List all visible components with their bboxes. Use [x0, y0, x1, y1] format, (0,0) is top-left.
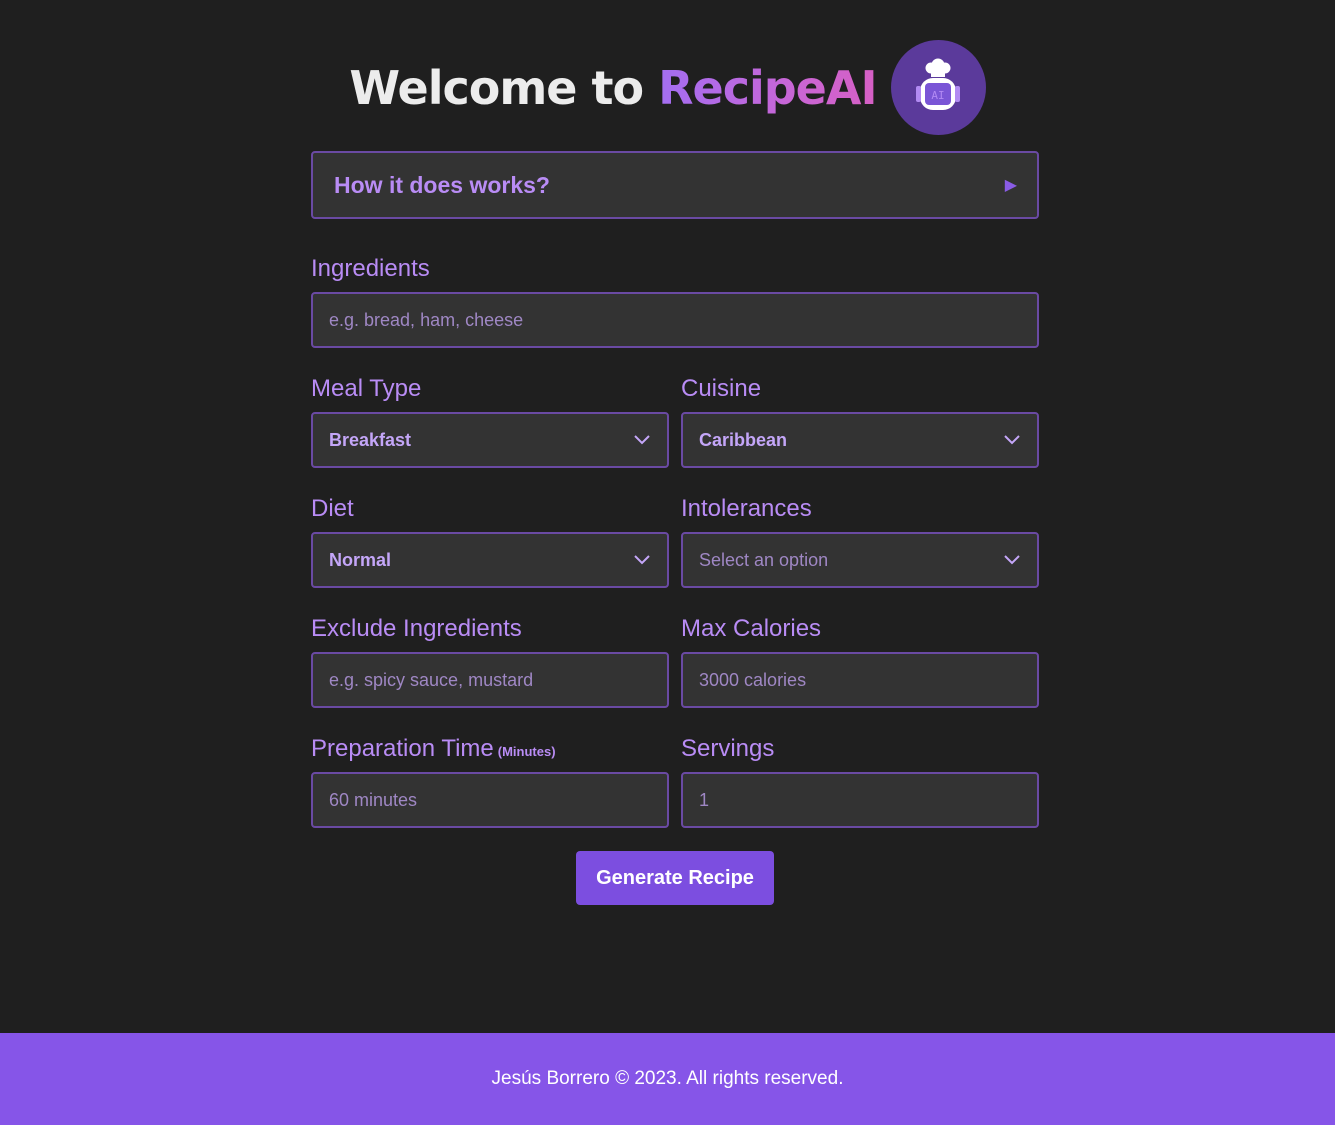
cuisine-value: Caribbean	[699, 429, 788, 450]
diet-select[interactable]: Normal	[311, 532, 669, 588]
page-footer: Jesús Borrero © 2023. All rights reserve…	[0, 1033, 1335, 1125]
preparation-time-unit: (Minutes)	[497, 744, 556, 759]
exclude-ingredients-placeholder: e.g. spicy sauce, mustard	[329, 669, 534, 690]
how-it-works-accordion[interactable]: How it does works? ▶	[311, 151, 1039, 219]
cuisine-label: Cuisine	[681, 375, 762, 402]
triangle-right-icon: ▶	[1004, 177, 1017, 194]
ingredients-placeholder: e.g. bread, ham, cheese	[329, 309, 524, 330]
chevron-down-icon	[633, 434, 651, 446]
servings-label: Servings	[681, 735, 775, 762]
ingredients-label: Ingredients	[311, 255, 430, 282]
preparation-time-field: Preparation Time (Minutes) 60 minutes	[311, 731, 669, 828]
chevron-down-icon	[1003, 434, 1021, 446]
max-calories-placeholder: 3000 calories	[699, 669, 807, 690]
preparation-time-input[interactable]: 60 minutes	[311, 772, 669, 828]
preparation-time-label: Preparation Time (Minutes)	[311, 731, 669, 767]
intolerances-field: Intolerances Select an option	[681, 491, 1039, 588]
diet-label: Diet	[311, 495, 354, 522]
chevron-down-icon	[1003, 554, 1021, 566]
ingredients-field: Ingredients e.g. bread, ham, cheese	[311, 251, 1039, 348]
main-content: How it does works? ▶ Ingredients e.g. br…	[311, 151, 1039, 828]
meal-type-value: Breakfast	[329, 429, 412, 450]
exclude-ingredients-field: Exclude Ingredients e.g. spicy sauce, mu…	[311, 611, 669, 708]
accordion-title: How it does works?	[334, 171, 550, 198]
ingredients-input[interactable]: e.g. bread, ham, cheese	[311, 292, 1039, 348]
svg-text:AI: AI	[931, 89, 944, 102]
preparation-time-label-text: Preparation Time	[311, 735, 494, 762]
page-title: Welcome to RecipeAI	[349, 60, 877, 115]
intolerances-placeholder: Select an option	[699, 549, 829, 570]
meal-type-label: Meal Type	[311, 375, 422, 402]
cuisine-field: Cuisine Caribbean	[681, 371, 1039, 468]
chevron-down-icon	[633, 554, 651, 566]
footer-text: Jesús Borrero © 2023. All rights reserve…	[491, 1068, 844, 1089]
intolerances-label: Intolerances	[681, 495, 812, 522]
max-calories-label: Max Calories	[681, 615, 822, 642]
max-calories-input[interactable]: 3000 calories	[681, 652, 1039, 708]
exclude-ingredients-label: Exclude Ingredients	[311, 615, 522, 642]
title-prefix: Welcome to	[349, 60, 659, 115]
servings-field: Servings 1	[681, 731, 1039, 828]
max-calories-field: Max Calories 3000 calories	[681, 611, 1039, 708]
generate-recipe-button[interactable]: Generate Recipe	[576, 851, 774, 905]
page-header: Welcome to RecipeAI AI	[0, 40, 1335, 135]
intolerances-select[interactable]: Select an option	[681, 532, 1039, 588]
servings-value: 1	[699, 789, 710, 810]
cuisine-select[interactable]: Caribbean	[681, 412, 1039, 468]
chef-robot-icon: AI	[890, 40, 986, 135]
meal-type-select[interactable]: Breakfast	[311, 412, 669, 468]
servings-input[interactable]: 1	[681, 772, 1039, 828]
diet-value: Normal	[329, 549, 392, 570]
diet-field: Diet Normal	[311, 491, 669, 588]
brand-name: RecipeAI	[658, 60, 877, 115]
meal-type-field: Meal Type Breakfast	[311, 371, 669, 468]
exclude-ingredients-input[interactable]: e.g. spicy sauce, mustard	[311, 652, 669, 708]
preparation-time-placeholder: 60 minutes	[329, 789, 418, 810]
